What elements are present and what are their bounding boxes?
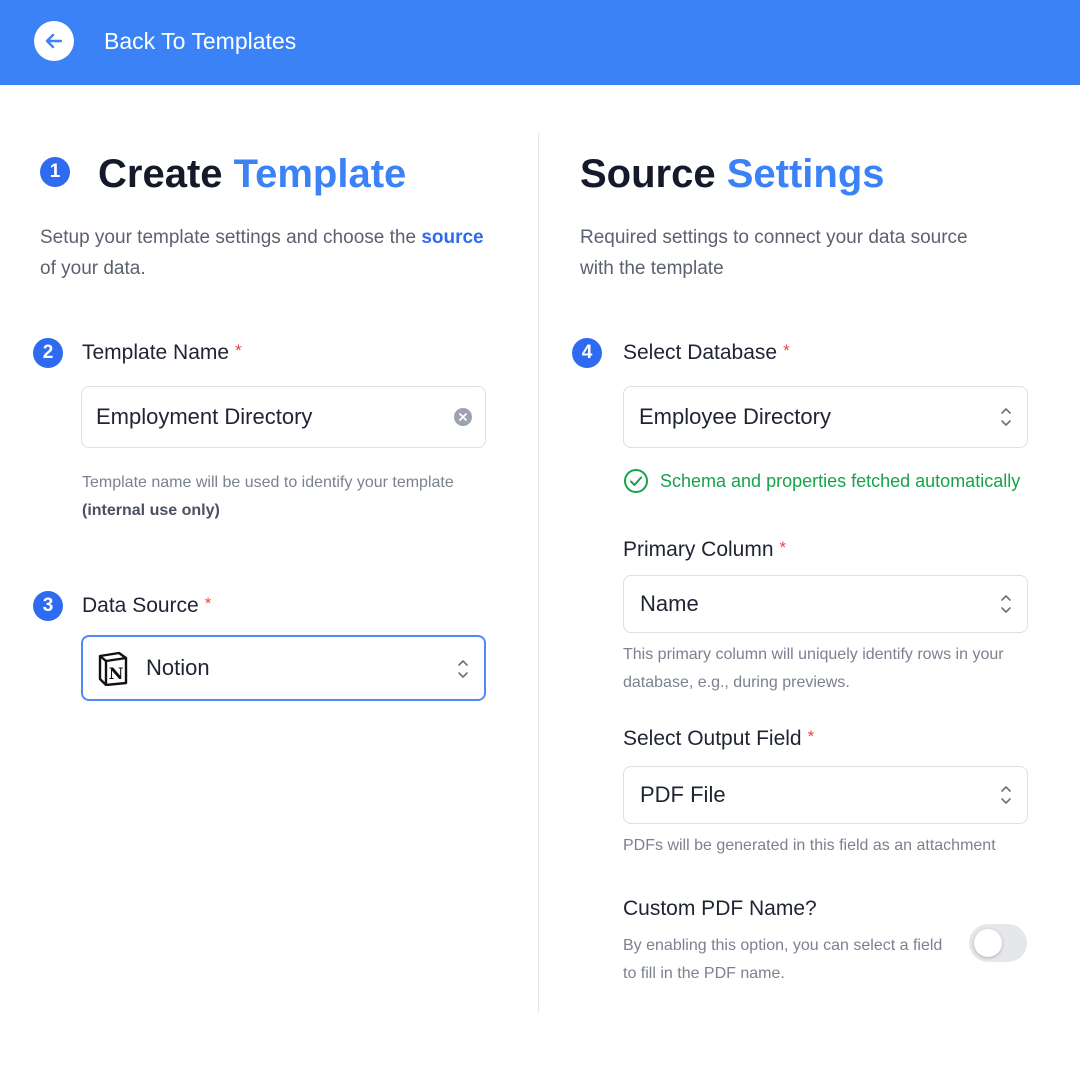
description-line-2: with the template <box>580 258 724 279</box>
x-icon <box>459 413 467 421</box>
description-text-2: of your data. <box>40 258 146 279</box>
required-asterisk: * <box>807 727 815 746</box>
output-field-select[interactable]: PDF File <box>623 766 1028 824</box>
template-name-label-text: Template Name <box>82 341 230 364</box>
custom-pdf-name-toggle[interactable] <box>969 924 1027 962</box>
output-field-help: PDFs will be generated in this field as … <box>623 837 996 854</box>
required-asterisk: * <box>204 594 212 613</box>
primary-column-label-text: Primary Column <box>623 538 774 561</box>
arrow-left-icon <box>45 33 63 49</box>
schema-fetched-status: Schema and properties fetched automatica… <box>623 468 1020 494</box>
data-source-select[interactable]: N Notion <box>81 635 486 701</box>
clear-icon[interactable] <box>454 408 472 426</box>
notion-logo-letter: N <box>109 664 124 683</box>
custom-pdf-name-help: By enabling this option, you can select … <box>623 932 963 988</box>
custom-pdf-help-line-1: By enabling this option, you can select … <box>623 937 943 954</box>
template-name-label: Template Name * <box>82 341 242 365</box>
source-settings-heading: Source Settings <box>580 152 885 197</box>
chevron-up-down-icon <box>1001 786 1011 804</box>
output-field-label: Select Output Field * <box>623 727 814 751</box>
create-template-description: Setup your template settings and choose … <box>40 222 510 284</box>
database-select[interactable]: Employee Directory <box>623 386 1028 448</box>
data-source-label-text: Data Source <box>82 594 199 617</box>
required-asterisk: * <box>779 538 787 557</box>
template-name-value: Employment Directory <box>96 404 313 429</box>
create-template-heading: Create Template <box>98 152 406 197</box>
data-source-value: Notion <box>146 655 210 680</box>
step-4-badge: 4 <box>572 338 602 368</box>
primary-column-select[interactable]: Name <box>623 575 1028 633</box>
custom-pdf-help-line-2: to fill in the PDF name. <box>623 965 785 982</box>
step-1-badge: 1 <box>40 157 70 187</box>
check-circle-icon <box>624 469 648 493</box>
output-field-label-text: Select Output Field <box>623 727 802 750</box>
primary-column-value: Name <box>640 591 699 616</box>
select-database-label: Select Database * <box>623 341 790 365</box>
step-2-badge: 2 <box>33 338 63 368</box>
step-3-badge: 3 <box>33 591 63 621</box>
chevron-up-down-icon <box>458 660 468 678</box>
required-asterisk: * <box>235 341 242 360</box>
chevron-up-down-icon <box>1001 595 1011 613</box>
back-to-templates-link[interactable]: Back To Templates <box>104 28 296 55</box>
template-name-input[interactable]: Employment Directory <box>81 386 486 448</box>
template-name-help-line-1: Template name will be used to identify y… <box>82 474 454 491</box>
heading-part-1: Source <box>580 152 716 196</box>
top-bar: Back To Templates <box>0 0 1080 85</box>
heading-part-2: Template <box>233 152 407 196</box>
primary-column-label: Primary Column * <box>623 538 786 562</box>
primary-column-help-line-2: database, e.g., during previews. <box>623 674 850 691</box>
custom-pdf-name-label: Custom PDF Name? <box>623 897 817 920</box>
heading-part-2: Settings <box>726 152 885 196</box>
source-settings-description: Required settings to connect your data s… <box>580 222 1040 284</box>
schema-fetched-text: Schema and properties fetched automatica… <box>660 470 1021 491</box>
chevron-up-down-icon <box>1001 408 1011 426</box>
output-field-value: PDF File <box>640 782 726 807</box>
heading-part-1: Create <box>98 152 223 196</box>
database-value: Employee Directory <box>639 404 831 429</box>
template-name-help-line-2: (internal use only) <box>82 502 220 519</box>
description-text-1: Setup your template settings and choose … <box>40 227 422 248</box>
description-source-highlight: source <box>421 227 484 248</box>
template-name-help: Template name will be used to identify y… <box>82 469 502 525</box>
toggle-knob <box>974 929 1002 957</box>
description-line-1: Required settings to connect your data s… <box>580 227 968 248</box>
notion-logo-icon: N <box>98 651 128 686</box>
data-source-label: Data Source * <box>82 594 211 618</box>
back-button[interactable] <box>34 21 74 61</box>
required-asterisk: * <box>783 341 790 360</box>
primary-column-help-line-1: This primary column will uniquely identi… <box>623 646 1004 663</box>
column-divider <box>538 133 539 1013</box>
select-database-label-text: Select Database <box>623 341 778 364</box>
primary-column-help: This primary column will uniquely identi… <box>623 641 1043 697</box>
